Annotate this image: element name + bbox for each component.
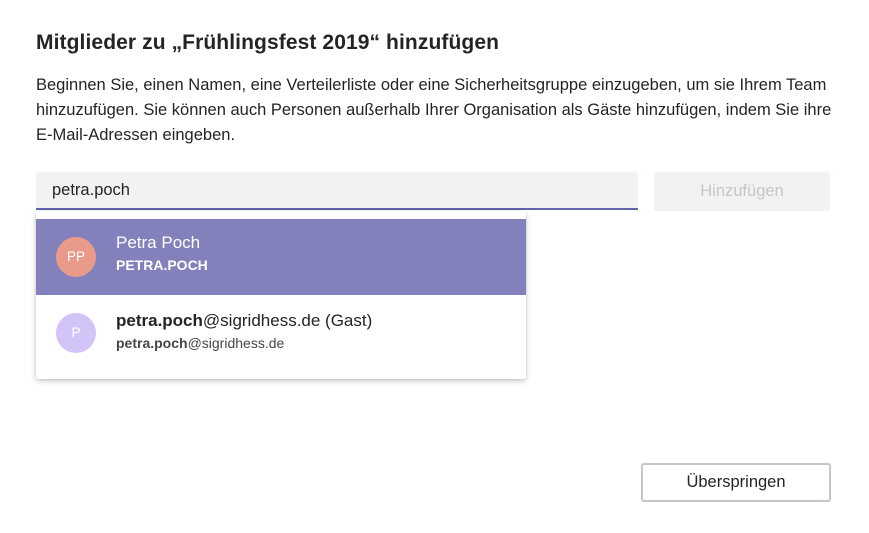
subtitle-rest: @sigridhess.de xyxy=(187,335,285,351)
member-search-input[interactable] xyxy=(36,172,638,210)
suggestion-item-petra-poch[interactable]: PP Petra Poch PETRA.POCH xyxy=(36,219,526,295)
suggestion-dropdown: PP Petra Poch PETRA.POCH P petra.poch@si… xyxy=(36,211,526,379)
suggestion-name: Petra Poch xyxy=(116,233,201,252)
add-button[interactable]: Hinzufügen xyxy=(654,172,830,211)
name-rest: @sigridhess.de (Gast) xyxy=(202,311,373,330)
dialog-description: Beginnen Sie, einen Namen, eine Verteile… xyxy=(36,76,832,144)
subtitle-match: petra.poch xyxy=(116,335,188,351)
dialog-title: Mitglieder zu „Frühlingsfest 2019“ hinzu… xyxy=(36,31,500,54)
name-match: petra.poch xyxy=(116,311,203,330)
avatar: PP xyxy=(56,237,96,277)
skip-button[interactable]: Überspringen xyxy=(641,463,831,502)
suggestion-subtitle: PETRA.POCH xyxy=(116,257,208,273)
suggestion-item-guest-email[interactable]: P petra.poch@sigridhess.de (Gast) petra.… xyxy=(36,295,526,371)
suggestion-subtitle: petra.poch@sigridhess.de xyxy=(116,335,284,351)
avatar: P xyxy=(56,313,96,353)
suggestion-name: petra.poch@sigridhess.de (Gast) xyxy=(116,311,372,331)
